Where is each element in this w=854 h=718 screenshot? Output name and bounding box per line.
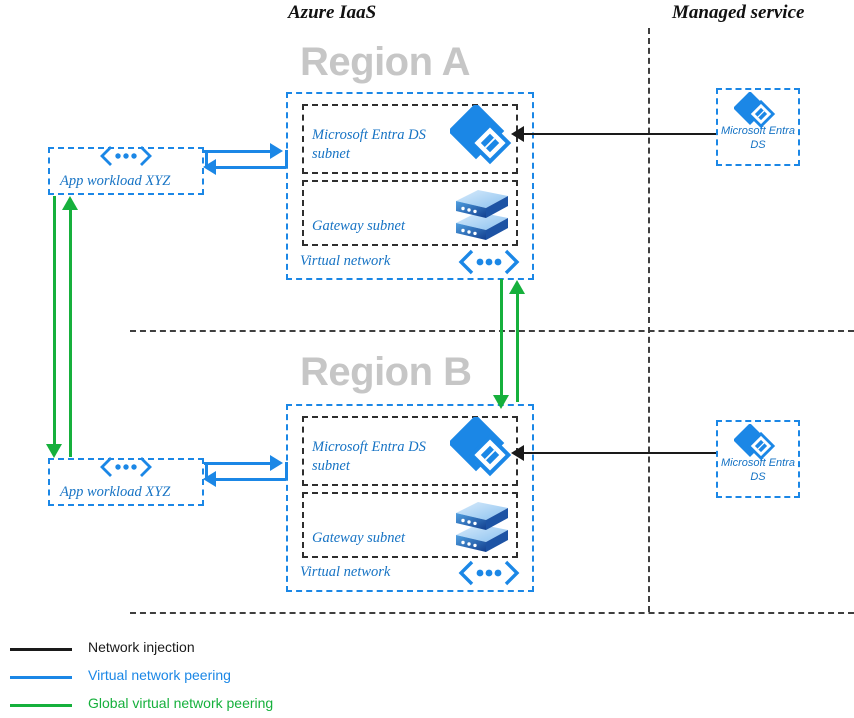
- virtual-network-icon: [95, 143, 157, 169]
- horizontal-divider-bottom: [130, 612, 854, 614]
- region-b-vnet-label: Virtual network: [300, 564, 391, 580]
- legend-label-global-virtual-network-peering: Global virtual network peering: [88, 695, 274, 711]
- region-b-network-injection-line: [524, 452, 716, 454]
- global-peering-arrow-up-center: [509, 280, 525, 294]
- header-managed-service: Managed service: [672, 2, 805, 23]
- region-b-peering-stub-right: [285, 462, 288, 479]
- virtual-network-icon: [458, 249, 520, 275]
- global-peering-arrow-down-center: [493, 395, 509, 409]
- region-a-entra-ds-subnet-label: Microsoft Entra DS subnet: [312, 127, 426, 162]
- region-a-peering-stub-right: [285, 150, 288, 167]
- global-peering-line-up-left: [69, 208, 72, 457]
- microsoft-entra-ds-icon: [733, 423, 782, 464]
- architecture-diagram: Azure IaaS Managed service Region A Virt…: [0, 0, 854, 718]
- region-b-peering-line-out: [204, 462, 272, 465]
- region-a-gateway-subnet-label: Gateway subnet: [312, 218, 406, 234]
- region-b-peering-stub-left: [205, 462, 208, 479]
- legend-label-network-injection: Network injection: [88, 639, 195, 655]
- virtual-network-icon: [95, 454, 157, 480]
- global-peering-arrow-up-left: [62, 196, 78, 210]
- legend-label-virtual-network-peering: Virtual network peering: [88, 667, 231, 683]
- region-b-entra-ds-subnet-label: Microsoft Entra DS subnet: [312, 439, 426, 474]
- global-peering-arrow-down-left: [46, 444, 62, 458]
- header-azure-iaas: Azure IaaS: [288, 2, 377, 23]
- gateway-subnet-icon: [452, 186, 514, 244]
- virtual-network-icon: [458, 560, 520, 586]
- region-a-peering-line-in: [216, 166, 286, 169]
- region-a-network-injection-line: [524, 133, 716, 135]
- region-a-app-workload-label: App workload XYZ: [60, 173, 171, 189]
- horizontal-divider-regions: [130, 330, 854, 332]
- region-b-app-workload-label: App workload XYZ: [60, 484, 171, 500]
- gateway-subnet-icon: [452, 498, 514, 556]
- legend-swatch-network-injection: [10, 648, 72, 651]
- region-title-b: Region B: [300, 350, 472, 394]
- region-title-a: Region A: [300, 40, 471, 84]
- global-peering-line-down-left: [53, 196, 56, 448]
- region-b-peering-arrow-right: [270, 455, 283, 471]
- global-peering-line-down-center: [500, 279, 503, 399]
- vertical-divider-managed-service: [648, 28, 650, 612]
- region-b-peering-line-in: [216, 478, 286, 481]
- region-a-vnet-label: Virtual network: [300, 253, 391, 269]
- region-b-gateway-subnet-label: Gateway subnet: [312, 530, 406, 546]
- legend-swatch-virtual-network-peering: [10, 676, 72, 679]
- global-peering-line-up-center: [516, 292, 519, 402]
- region-b-network-injection-arrow: [511, 445, 524, 461]
- region-a-peering-arrow-right: [270, 143, 283, 159]
- region-a-peering-line-out: [204, 150, 272, 153]
- microsoft-entra-ds-icon: [447, 414, 518, 485]
- region-a-network-injection-arrow: [511, 126, 524, 142]
- region-a-peering-stub-left: [205, 150, 208, 167]
- microsoft-entra-ds-icon: [733, 91, 782, 132]
- legend-swatch-global-virtual-network-peering: [10, 704, 72, 707]
- microsoft-entra-ds-icon: [447, 102, 518, 173]
